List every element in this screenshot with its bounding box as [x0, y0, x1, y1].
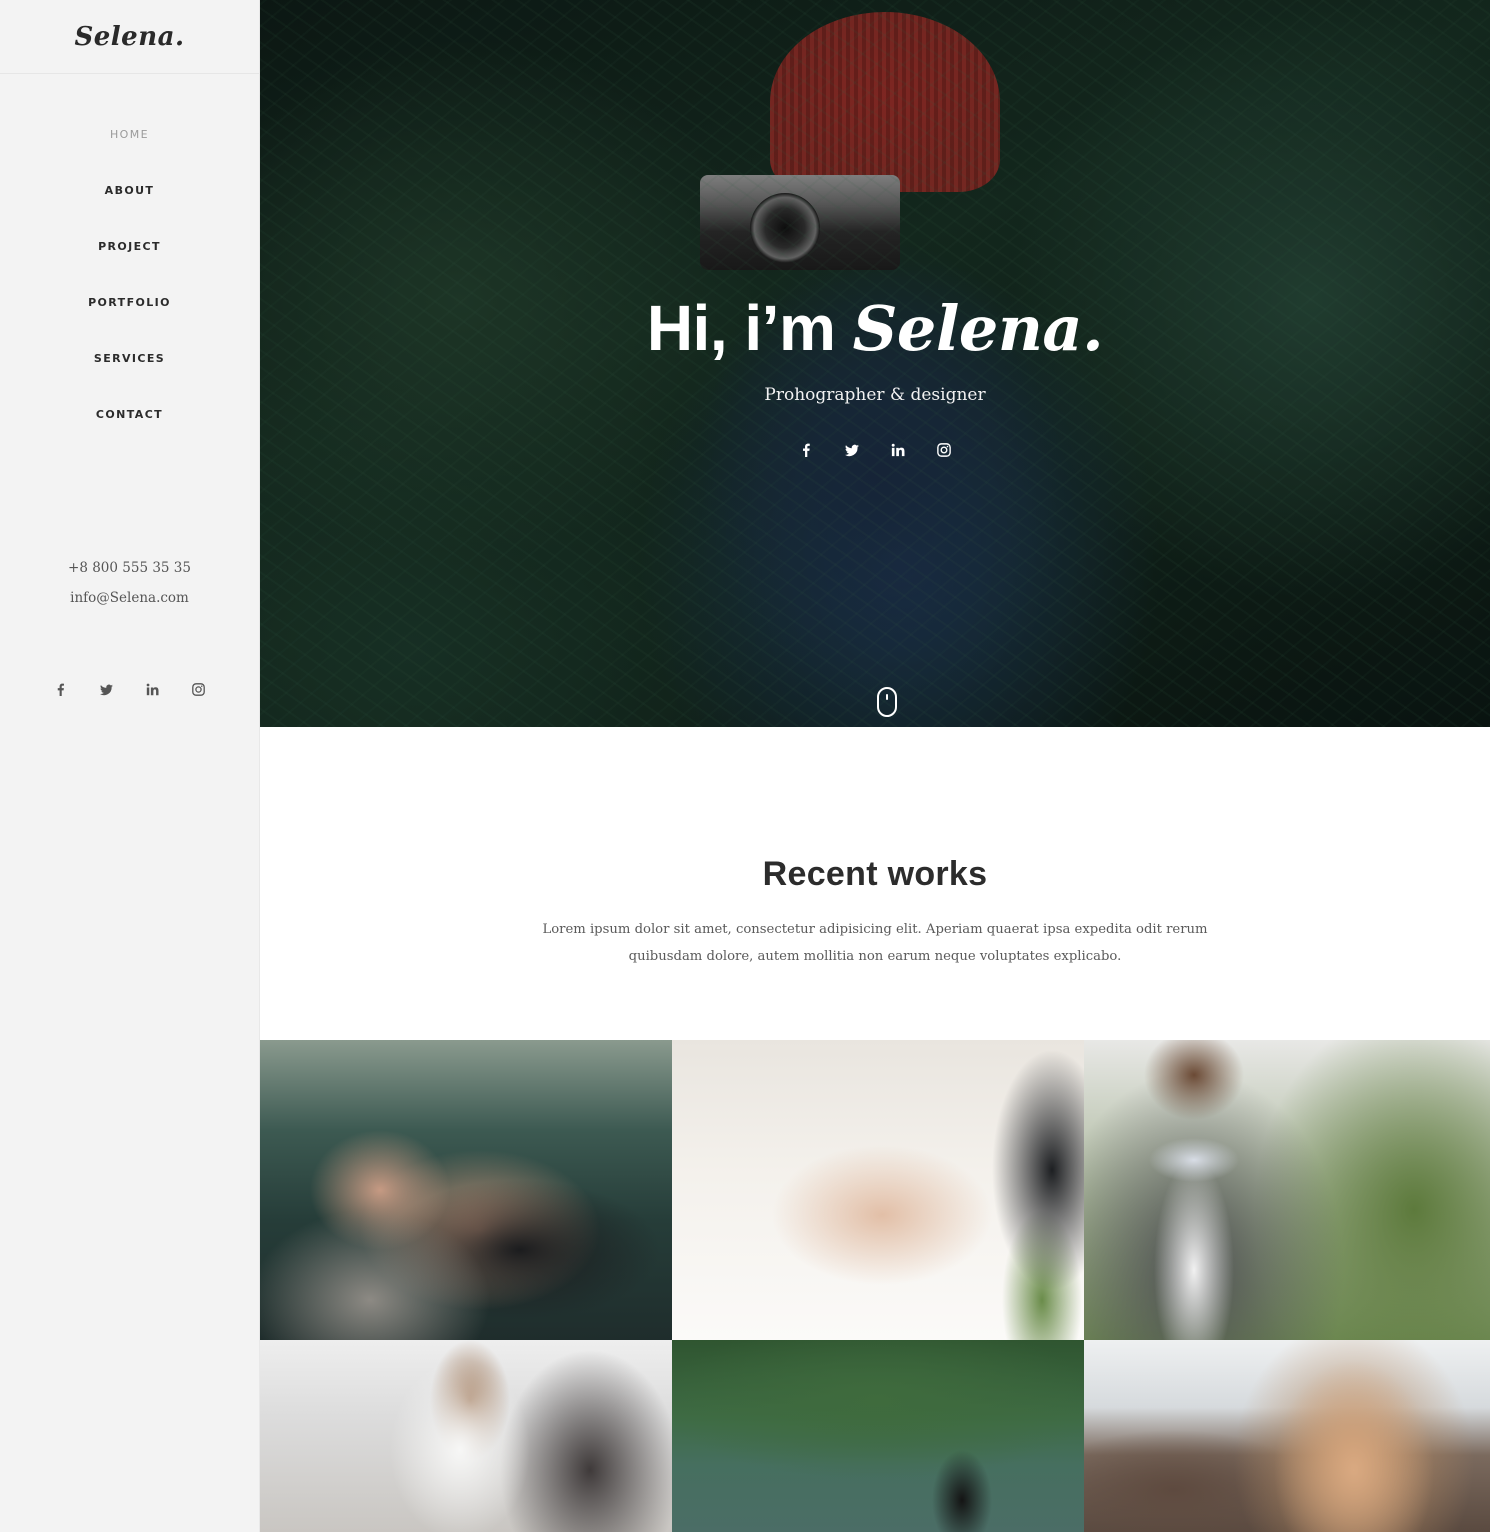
- hero-content: Hi, i’m Selena. Prohographer & designer: [260, 290, 1490, 459]
- logo-area: Selena.: [0, 0, 259, 74]
- portfolio-item[interactable]: [672, 1040, 1084, 1340]
- hero-social-links: [260, 441, 1490, 459]
- email-address[interactable]: info@Selena.com: [0, 586, 259, 616]
- portfolio-item[interactable]: [1084, 1040, 1490, 1340]
- nav-item-project[interactable]: PROJECT: [98, 218, 161, 274]
- section-description: Lorem ipsum dolor sit amet, consectetur …: [542, 922, 1208, 964]
- instagram-icon[interactable]: [935, 441, 953, 459]
- main-nav: HOME ABOUT PROJECT PORTFOLIO SERVICES CO…: [0, 106, 259, 442]
- linkedin-icon[interactable]: [144, 680, 162, 698]
- hero-title-prefix: Hi, i’m: [646, 292, 836, 364]
- nav-item-contact[interactable]: CONTACT: [96, 386, 163, 442]
- hero-section: Hi, i’m Selena. Prohographer & designer: [260, 0, 1490, 727]
- instagram-icon[interactable]: [190, 680, 208, 698]
- twitter-icon[interactable]: [98, 680, 116, 698]
- hero-title: Hi, i’m Selena.: [260, 290, 1490, 367]
- recent-works-section: Recent works Lorem ipsum dolor sit amet,…: [260, 727, 1490, 1040]
- portfolio-item[interactable]: [260, 1340, 672, 1532]
- linkedin-icon[interactable]: [889, 441, 907, 459]
- portfolio-item[interactable]: [1084, 1340, 1490, 1532]
- nav-item-services[interactable]: SERVICES: [94, 330, 165, 386]
- hero-subtitle: Prohographer & designer: [764, 385, 986, 405]
- sidebar: Selena. HOME ABOUT PROJECT PORTFOLIO SER…: [0, 0, 260, 1532]
- phone-number[interactable]: +8 800 555 35 35: [0, 556, 259, 586]
- portfolio-item[interactable]: [672, 1340, 1084, 1532]
- nav-item-home[interactable]: HOME: [110, 106, 149, 162]
- section-title: Recent works: [762, 855, 988, 893]
- portfolio-grid: [260, 1040, 1490, 1532]
- mouse-scroll-icon[interactable]: [877, 687, 897, 717]
- twitter-icon[interactable]: [843, 441, 861, 459]
- nav-item-portfolio[interactable]: PORTFOLIO: [88, 274, 171, 330]
- logo[interactable]: Selena.: [74, 22, 184, 52]
- facebook-icon[interactable]: [797, 441, 815, 459]
- facebook-icon[interactable]: [52, 680, 70, 698]
- hero-title-name: Selena.: [852, 292, 1104, 365]
- sidebar-social-links: [0, 680, 259, 698]
- portfolio-item[interactable]: [260, 1040, 672, 1340]
- nav-item-about[interactable]: ABOUT: [105, 162, 155, 218]
- contact-info: +8 800 555 35 35 info@Selena.com: [0, 556, 259, 616]
